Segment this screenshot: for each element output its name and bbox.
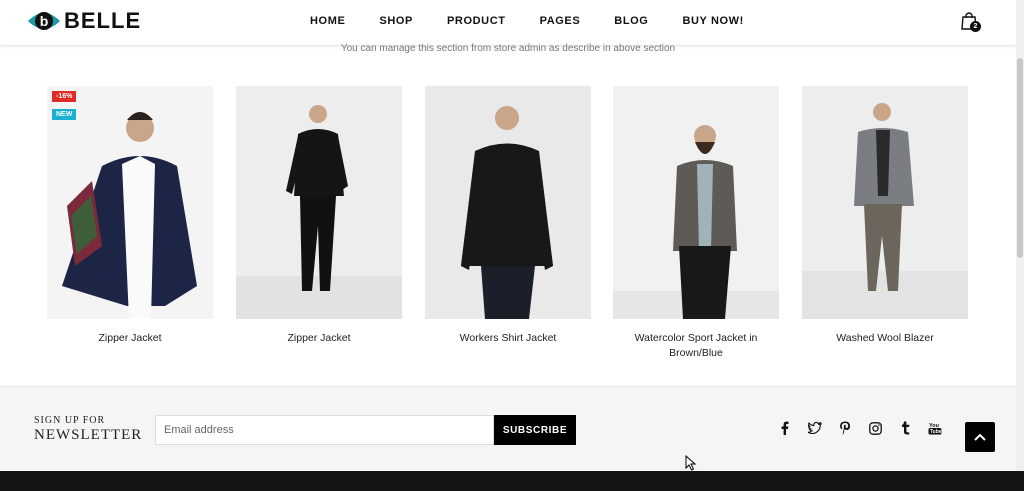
nav-item-home[interactable]: HOME: [310, 15, 345, 27]
instagram-icon[interactable]: [868, 421, 882, 435]
product-card[interactable]: Workers Shirt Jacket: [425, 86, 591, 346]
pinterest-icon[interactable]: [838, 421, 852, 435]
product-card[interactable]: Watercolor Sport Jacket in Brown/Blue: [613, 86, 779, 361]
newsletter-label-small: SIGN UP FOR: [34, 415, 106, 426]
nav-item-product[interactable]: PRODUCT: [447, 15, 506, 27]
product-image[interactable]: [425, 86, 591, 319]
product-image[interactable]: [802, 86, 968, 319]
newsletter-label-big: NEWSLETTER: [34, 427, 143, 443]
discount-badge: -16%: [52, 91, 77, 102]
main-nav: HOME SHOP PRODUCT PAGES BLOG BUY NOW!: [310, 15, 778, 27]
nav-item-blog[interactable]: BLOG: [614, 15, 648, 27]
logo-mark-icon: b: [26, 7, 62, 35]
cart-button[interactable]: 2: [960, 11, 982, 33]
product-card[interactable]: -16% NEW Zipper Jacket: [47, 86, 213, 346]
product-image[interactable]: [613, 86, 779, 319]
product-card[interactable]: Washed Wool Blazer: [802, 86, 968, 346]
svg-text:Tube: Tube: [930, 429, 942, 435]
subscribe-button[interactable]: SUBSCRIBE: [494, 415, 576, 445]
product-image[interactable]: -16% NEW: [47, 86, 213, 319]
page: b BELLE HOME SHOP PRODUCT PAGES BLOG BUY…: [0, 0, 1016, 471]
chevron-up-icon: [974, 433, 986, 441]
nav-item-buy-now[interactable]: BUY NOW!: [682, 15, 743, 27]
logo-text: BELLE: [64, 8, 142, 33]
nav-item-pages[interactable]: PAGES: [540, 15, 581, 27]
twitter-icon[interactable]: [808, 421, 822, 435]
product-image[interactable]: [236, 86, 402, 319]
tumblr-icon[interactable]: [898, 421, 912, 435]
mouse-cursor-icon: [685, 455, 697, 471]
logo-letter: b: [40, 13, 49, 29]
cart-count-badge: 2: [970, 21, 981, 32]
product-name[interactable]: Washed Wool Blazer: [802, 331, 968, 346]
back-to-top-button[interactable]: [965, 422, 995, 452]
newsletter-section: SIGN UP FOR NEWSLETTER SUBSCRIBE YouTube: [0, 386, 1016, 471]
social-links: You Tube: [778, 421, 958, 435]
newsletter-email-input[interactable]: [155, 415, 494, 445]
site-header: b BELLE HOME SHOP PRODUCT PAGES BLOG BUY…: [0, 0, 1016, 46]
youtube-icon[interactable]: You Tube: [928, 421, 942, 435]
facebook-icon[interactable]: [778, 421, 792, 435]
footer-bar: [0, 471, 1024, 491]
new-badge: NEW: [52, 109, 77, 120]
product-name[interactable]: Workers Shirt Jacket: [425, 331, 591, 346]
logo[interactable]: b BELLE: [26, 7, 141, 35]
product-name[interactable]: Watercolor Sport Jacket in Brown/Blue: [613, 331, 779, 361]
nav-item-shop[interactable]: SHOP: [379, 15, 413, 27]
section-subtitle: You can manage this section from store a…: [340, 43, 676, 54]
product-name[interactable]: Zipper Jacket: [236, 331, 402, 346]
scrollbar-thumb[interactable]: [1017, 58, 1023, 258]
product-name[interactable]: Zipper Jacket: [47, 331, 213, 346]
product-card[interactable]: Zipper Jacket: [236, 86, 402, 346]
